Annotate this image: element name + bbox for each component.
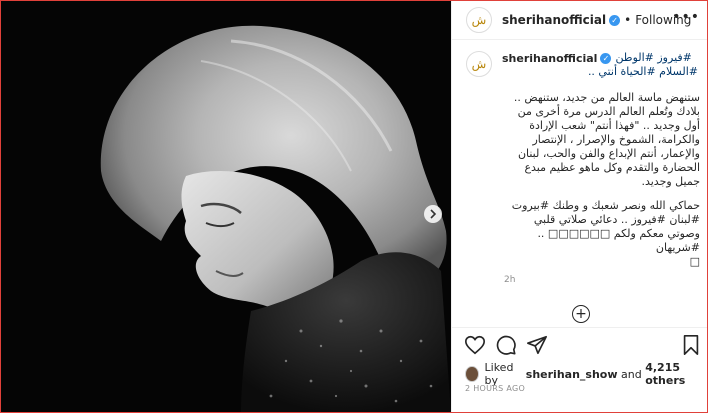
caption-hashtags-line1[interactable]: #فيروز #الوطن [615,51,691,65]
caption-block: ش sherihanofficial ✓ #فيروز #الوطن #السل… [452,51,707,269]
caption-verified-badge-icon: ✓ [600,52,612,64]
caption-line: #لبنان #فيروز .. دعائي صلاتي قلبي [533,213,700,226]
caption-paragraph-1: ستنهض ماسة العالم من جديد، ستنهض .. بلاد… [504,91,700,189]
caption-hashtags-line2[interactable]: #السلام #الحياة أنتي .. [502,65,698,79]
action-bar [452,327,707,360]
carousel-next-icon[interactable] [424,205,442,223]
caption-line: والإعمار، أنتم الإبداع والفن والحب، لبنا… [517,147,700,160]
comment-icon[interactable] [495,334,517,356]
post-photo[interactable] [1,1,451,412]
portrait-image [1,1,451,412]
caption-line: ستنهض ماسة العالم من جديد، ستنهض .. [513,91,700,104]
header-separator: • [624,13,632,27]
caption-username[interactable]: sherihanofficial [502,52,597,65]
likes-user-link[interactable]: sherihan_show [526,368,618,381]
heart-icon[interactable] [464,334,486,356]
more-horizontal-icon[interactable]: ••• [672,9,700,25]
post-date: 2 HOURS AGO [465,384,526,393]
caption-timestamp: 2h [504,275,516,285]
caption-line: أول وجديد .. "فهذا أنتم" شعب الإرادة [529,119,700,132]
caption-line: □ [689,255,700,268]
caption-line: جميل وجديد. [641,175,700,188]
post-header: ش sherihanofficial ✓ • Following ••• [452,1,707,40]
share-icon[interactable] [526,334,548,356]
caption-paragraph-2: حماكي الله ونصر شعبك و وطنك #بيروت #لبنا… [504,199,700,269]
caption-line: الحضارة والتقدم وكل ماهو عظيم مبدع [524,161,700,174]
verified-badge-icon: ✓ [609,14,621,26]
profile-avatar[interactable]: ش [466,7,492,33]
caption-line: حماكي الله ونصر شعبك و وطنك #بيروت [511,199,700,212]
instagram-post-window: ش sherihanofficial ✓ • Following ••• ش s… [0,0,708,413]
likes-conjunction: and [621,367,642,381]
caption-line: بلادك وتُعلم العالم الدرس مرة أخرى من [517,105,700,118]
caption-line: وصوتي معكم ولكم □□□□□□ .. #شريهان [537,227,700,254]
caption-line: والكرامة، الشموخ والإصرار ، الإنتصار [532,133,701,146]
add-comment-icon[interactable]: + [572,305,590,323]
header-username[interactable]: sherihanofficial [502,13,606,27]
post-sidebar: ش sherihanofficial ✓ • Following ••• ش s… [451,1,707,412]
bookmark-icon[interactable] [680,334,702,356]
caption-avatar[interactable]: ش [466,51,492,77]
liker-avatar[interactable] [465,366,479,382]
likes-count-link[interactable]: 4,215 others [645,361,707,387]
